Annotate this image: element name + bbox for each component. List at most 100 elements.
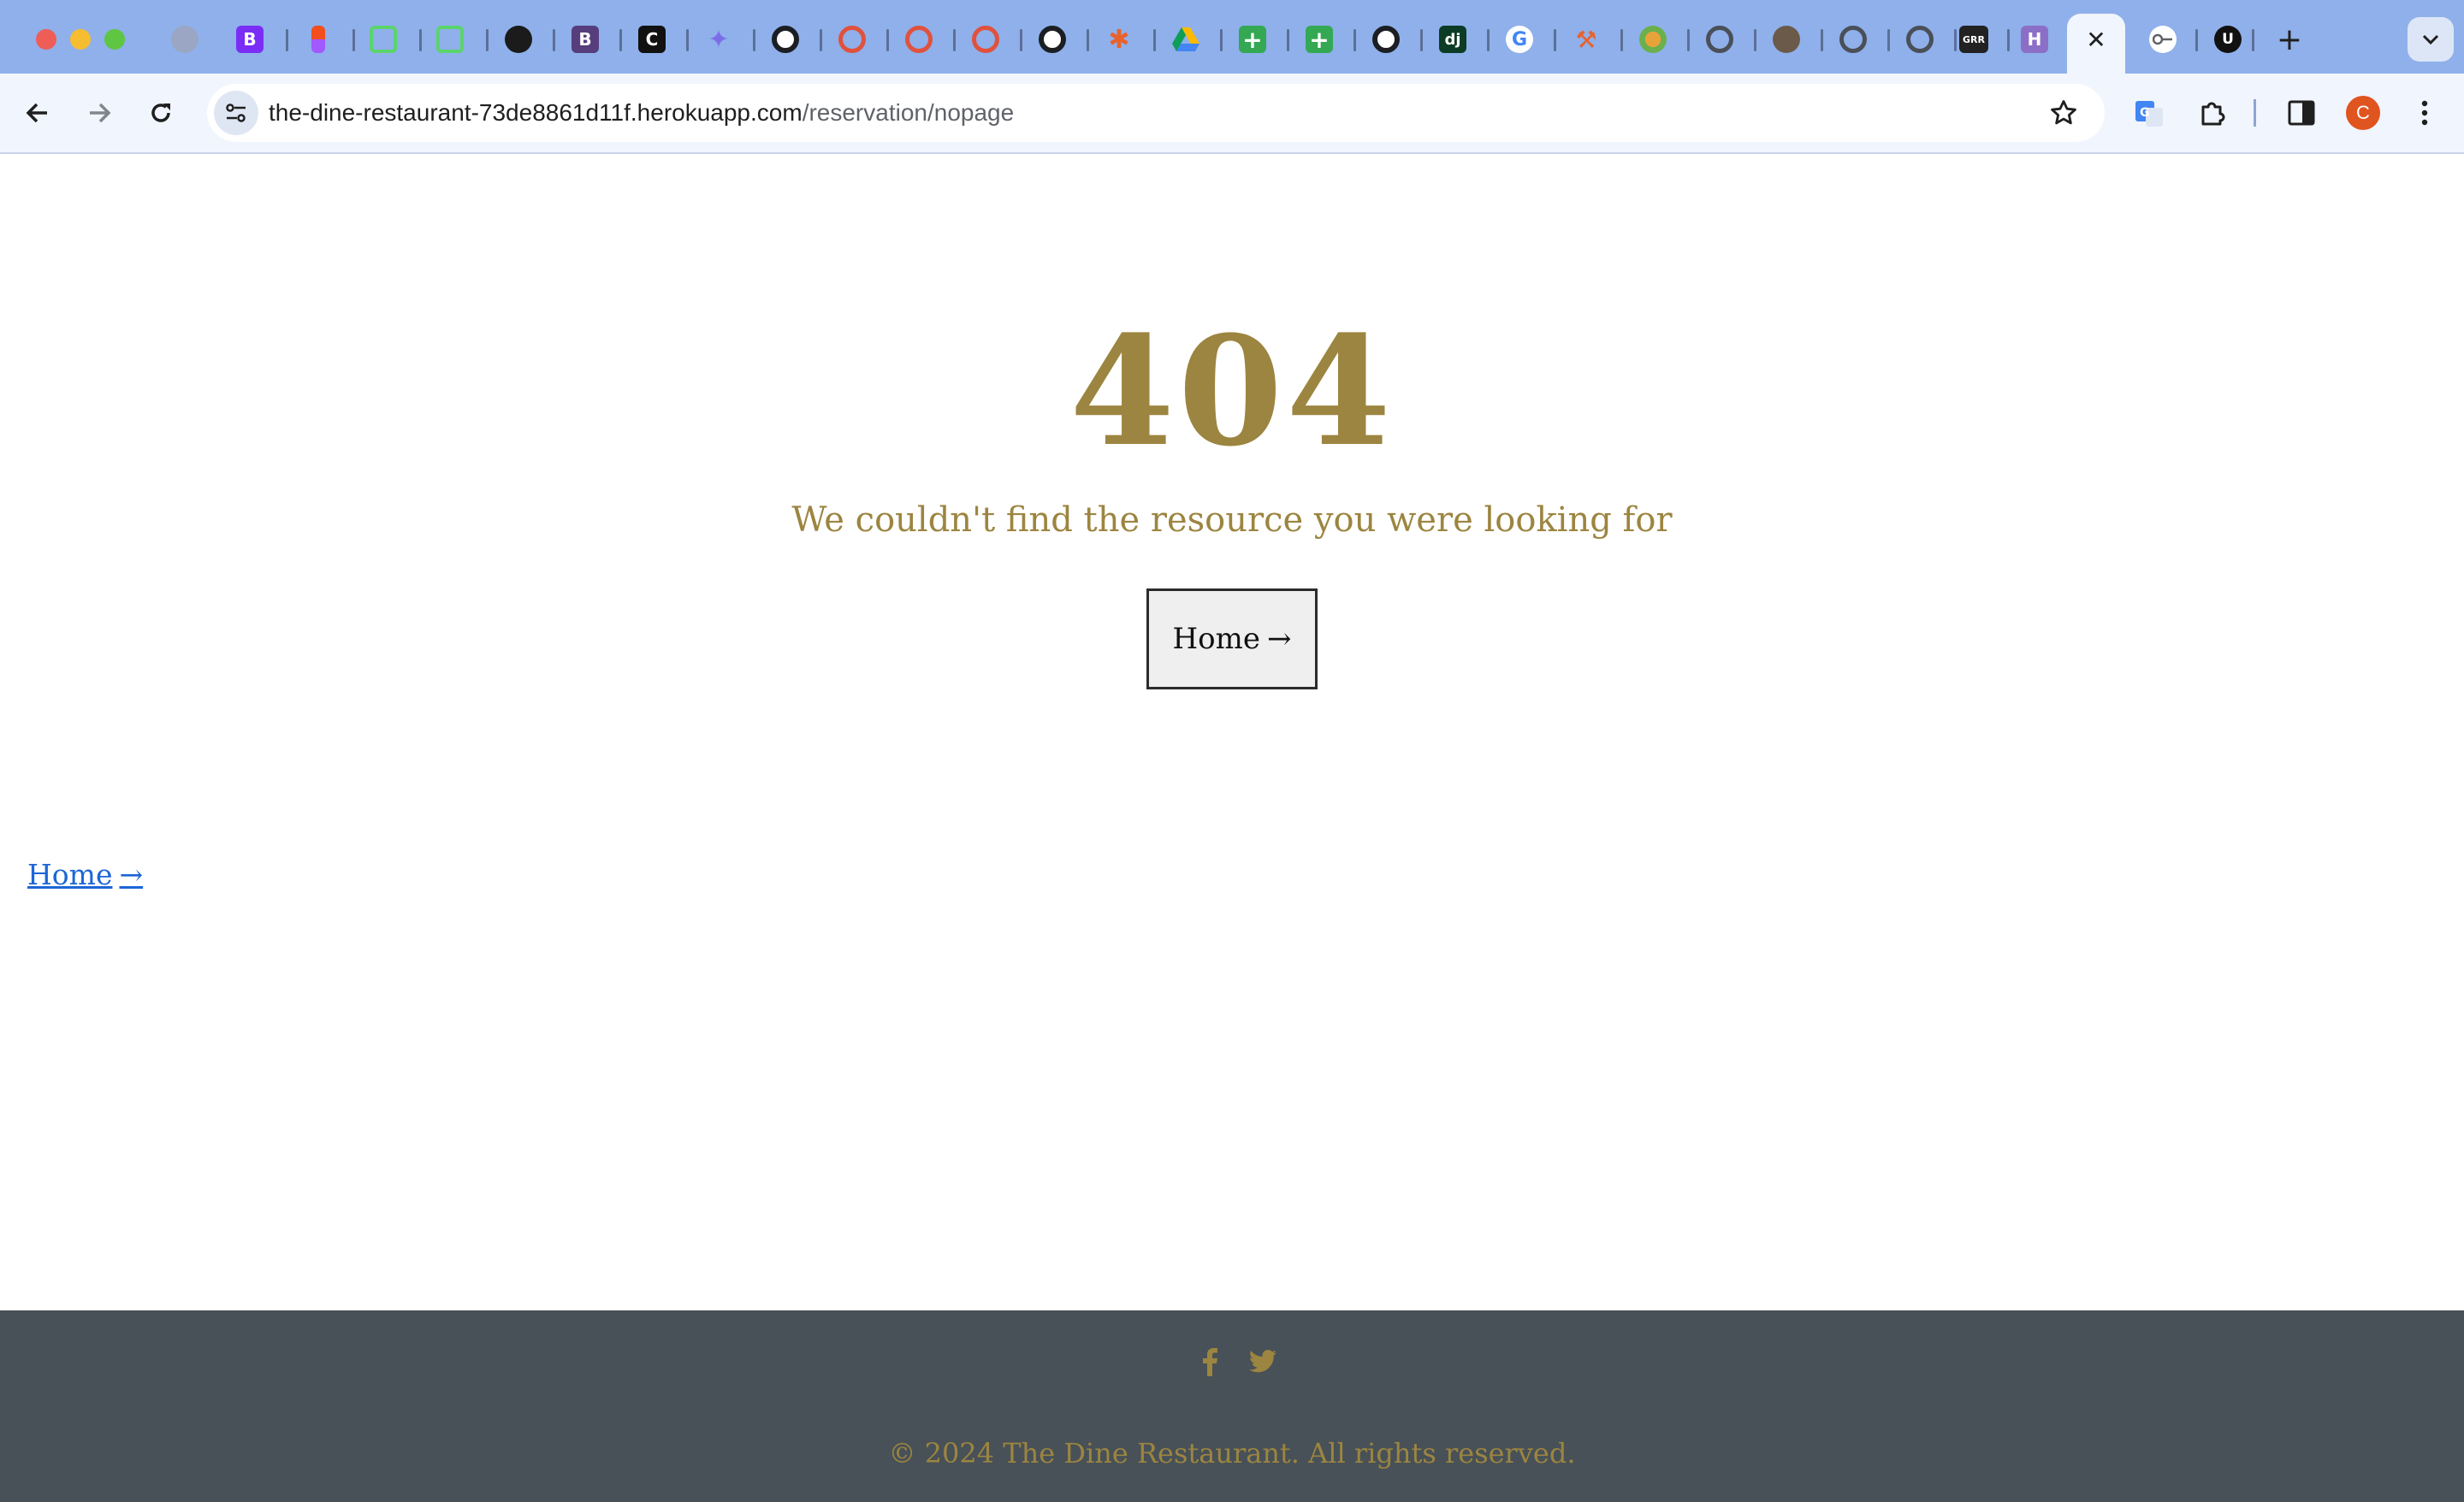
side-panel-button[interactable] xyxy=(2277,89,2325,137)
tab-figma-icon[interactable] xyxy=(311,26,325,53)
arrow-left-icon xyxy=(26,103,47,123)
home-button-label: Home xyxy=(1172,622,1260,656)
tab-strip: B B C ✦ ✱ + + dj G ⚒ GRR H ✕ U + xyxy=(0,0,2464,74)
svg-text:G: G xyxy=(2140,106,2150,120)
tab-github-icon[interactable] xyxy=(772,26,799,53)
tab-codecademy-icon[interactable]: C xyxy=(638,26,666,53)
side-panel-icon xyxy=(2288,100,2315,126)
tab-separator xyxy=(1020,29,1022,51)
tab-separator xyxy=(486,29,489,51)
url-path: /reservation/nopage xyxy=(802,99,1015,126)
tab-codenamed-icon[interactable] xyxy=(370,26,397,53)
arrow-right-icon: → xyxy=(119,858,144,891)
tab-search-button[interactable] xyxy=(2408,17,2454,62)
maximize-window-button[interactable] xyxy=(104,29,125,50)
tab-chrome-icon[interactable] xyxy=(1706,26,1733,53)
tab-separator xyxy=(1087,29,1089,51)
tab-close-icon[interactable]: ✕ xyxy=(2082,24,2110,55)
tab-separator xyxy=(886,29,889,51)
bookmark-star-icon[interactable] xyxy=(2046,96,2081,130)
translate-button[interactable]: G xyxy=(2125,89,2173,137)
tab-google-icon[interactable]: G xyxy=(1506,26,1533,53)
tab-separator xyxy=(1353,29,1356,51)
tab-separator xyxy=(753,29,755,51)
puzzle-icon xyxy=(2201,102,2225,126)
tab-separator xyxy=(352,29,355,51)
home-button[interactable]: Home → xyxy=(1146,588,1318,689)
back-button[interactable] xyxy=(14,89,62,137)
tab-separator xyxy=(286,29,288,51)
error-message: We couldn't find the resource you were l… xyxy=(791,500,1673,540)
tab-separator xyxy=(2007,29,2010,51)
tab-sheets-icon[interactable]: + xyxy=(1306,26,1333,54)
browser-menu-button[interactable] xyxy=(2401,89,2449,137)
address-bar[interactable]: the-dine-restaurant-73de8861d11f.herokua… xyxy=(207,84,2105,142)
tab-separator xyxy=(619,29,622,51)
close-window-button[interactable] xyxy=(36,29,56,50)
tab-gemini-icon[interactable]: ✦ xyxy=(705,25,732,55)
copyright-text: © 2024 The Dine Restaurant. All rights r… xyxy=(888,1437,1576,1469)
tab-circle-icon[interactable] xyxy=(905,26,933,53)
twitter-icon[interactable] xyxy=(1247,1345,1278,1379)
tab-separator xyxy=(1620,29,1623,51)
tab-heroku-icon[interactable]: H xyxy=(2021,26,2048,53)
extensions-button[interactable] xyxy=(2189,89,2236,137)
tune-icon xyxy=(226,103,246,122)
tab-separator xyxy=(1887,29,1890,51)
tab-chrome-icon[interactable] xyxy=(1839,26,1867,53)
tab-github-icon[interactable] xyxy=(1039,26,1066,53)
tab-sheets-icon[interactable]: + xyxy=(1239,26,1266,54)
tab-key-icon[interactable] xyxy=(2149,26,2177,53)
tab-separator xyxy=(1821,29,1823,51)
tab-bootstrap-icon[interactable]: B xyxy=(572,26,599,53)
new-tab-button[interactable]: + xyxy=(2272,22,2307,57)
site-info-button[interactable] xyxy=(214,91,258,135)
home-link[interactable]: Home → xyxy=(27,854,143,896)
tab-separator xyxy=(1153,29,1156,51)
tab-separator xyxy=(1487,29,1490,51)
tab-grr-icon[interactable]: GRR xyxy=(1959,26,1988,53)
url-host: the-dine-restaurant-73de8861d11f.herokua… xyxy=(269,99,803,126)
tab-bootstrap-icon[interactable]: B xyxy=(236,26,264,53)
tab-separator xyxy=(1754,29,1756,51)
tab-chrome-icon[interactable] xyxy=(1906,26,1934,53)
reload-button[interactable] xyxy=(137,89,185,137)
tab-separator xyxy=(820,29,822,51)
tab-django-icon[interactable]: dj xyxy=(1439,26,1466,53)
tab-github-icon[interactable] xyxy=(1372,26,1400,53)
social-links xyxy=(1194,1345,1278,1379)
tab-separator xyxy=(1687,29,1690,51)
url-text[interactable]: the-dine-restaurant-73de8861d11f.herokua… xyxy=(269,84,1014,142)
browser-toolbar: the-dine-restaurant-73de8861d11f.herokua… xyxy=(0,74,2464,154)
tab-separator xyxy=(2195,29,2198,51)
tab-separator xyxy=(1554,29,1556,51)
tab-globe-icon[interactable] xyxy=(171,26,198,53)
tab-puzzle-icon[interactable]: ✱ xyxy=(1105,25,1133,55)
tab-udemy-icon[interactable]: U xyxy=(2214,26,2242,53)
arrow-right-icon xyxy=(90,103,111,123)
tab-codenamed-icon[interactable] xyxy=(436,26,464,53)
footer: © 2024 The Dine Restaurant. All rights r… xyxy=(0,1310,2464,1502)
translate-icon: G xyxy=(2135,101,2163,127)
tab-drive-icon[interactable] xyxy=(1172,26,1199,53)
tab-openai-icon[interactable] xyxy=(505,26,532,53)
reload-icon xyxy=(151,103,170,122)
tab-separator xyxy=(553,29,555,51)
tab-separator xyxy=(1220,29,1223,51)
error-code: 404 xyxy=(1069,303,1395,480)
tab-separator xyxy=(953,29,956,51)
tab-separator xyxy=(1287,29,1289,51)
toolbar-divider xyxy=(2254,99,2256,127)
forward-button[interactable] xyxy=(75,89,123,137)
tab-circle-icon[interactable] xyxy=(838,26,866,53)
chevron-down-icon xyxy=(2422,34,2439,45)
more-vertical-icon xyxy=(2421,100,2428,126)
minimize-window-button[interactable] xyxy=(70,29,91,50)
tab-circle-icon[interactable] xyxy=(972,26,999,53)
profile-avatar[interactable]: C xyxy=(2346,96,2380,130)
tab-avatar-icon[interactable] xyxy=(1773,26,1800,53)
tab-separator xyxy=(1954,29,1957,51)
facebook-icon[interactable] xyxy=(1194,1345,1225,1379)
tab-hammer-icon[interactable]: ⚒ xyxy=(1573,26,1600,54)
tab-maps-icon[interactable] xyxy=(1639,26,1667,53)
